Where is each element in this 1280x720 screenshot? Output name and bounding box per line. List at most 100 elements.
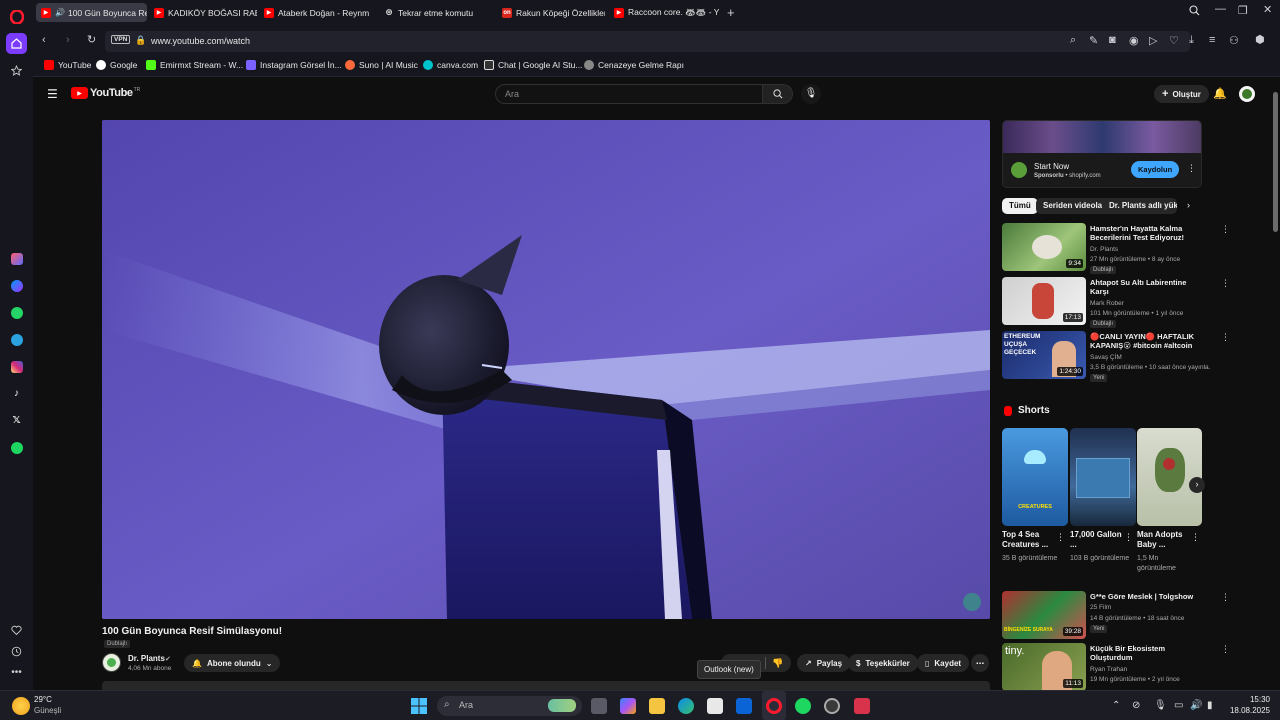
aria-icon[interactable] <box>6 248 27 269</box>
spotify-icon[interactable] <box>6 437 27 458</box>
short-thumbnail[interactable]: CREATURES <box>1002 428 1068 526</box>
network-off-icon[interactable]: ⊘ <box>1132 700 1140 711</box>
bookmark-google[interactable]: Google <box>96 60 137 70</box>
recommended-video[interactable]: BİNGENİZE SURAYA 39:28 G**e Göre Meslek … <box>1002 591 1232 641</box>
profile-icon[interactable]: ⚇ <box>1229 34 1239 47</box>
task-view-icon[interactable] <box>591 698 607 714</box>
chip-all[interactable]: Tümü <box>1002 198 1038 214</box>
chip-uploader[interactable]: Dr. Plants adlı yükleyic <box>1102 198 1177 214</box>
instagram-icon[interactable] <box>6 356 27 377</box>
tab-ataberk[interactable]: ▶ Ataberk Doğan - Reynme <box>259 3 369 22</box>
chevron-right-icon[interactable]: › <box>1187 200 1190 210</box>
whatsapp-icon[interactable] <box>6 302 27 323</box>
more-icon[interactable]: ⋮ <box>1221 644 1230 655</box>
sponsored-ad[interactable]: Start Now Sponsorlu • shopify.com Kaydol… <box>1002 120 1202 188</box>
weather-sun-icon[interactable] <box>12 697 30 715</box>
more-icon[interactable]: ⋮ <box>1221 224 1230 235</box>
tiktok-icon[interactable]: ♪ <box>6 383 27 404</box>
back-button[interactable]: ‹ <box>42 34 46 46</box>
hamburger-menu-icon[interactable]: ☰ <box>47 87 58 101</box>
thanks-button[interactable]: $ Teşekkürler <box>848 654 918 672</box>
search-icon[interactable]: ⌕ <box>1070 34 1076 47</box>
recommended-video[interactable]: 17:13 Ahtapot Su Altı Labirentine Karşı … <box>1002 277 1232 328</box>
youtube-logo[interactable]: ▶ YouTube TR <box>71 87 140 99</box>
url-field[interactable]: VPN 🔒 www.youtube.com/watch <box>105 31 1190 52</box>
more-icon[interactable]: ⋮ <box>1124 532 1133 543</box>
create-button[interactable]: + Oluştur <box>1154 85 1209 103</box>
pocket-taskbar-icon[interactable] <box>854 698 870 714</box>
opera-taskbar-icon[interactable] <box>766 698 782 714</box>
star-icon[interactable] <box>6 60 27 81</box>
short-thumbnail[interactable] <box>1070 428 1136 526</box>
shorts-next-button[interactable]: › <box>1189 477 1205 493</box>
close-window-button[interactable]: ✕ <box>1263 3 1272 16</box>
spotify-taskbar-icon[interactable] <box>795 698 811 714</box>
search-input[interactable]: Ara <box>495 84 763 104</box>
description-box[interactable] <box>102 681 990 690</box>
telegram-icon[interactable] <box>6 329 27 350</box>
shield-icon[interactable]: ◉ <box>1129 34 1139 47</box>
bookmark-instagram-gorsel[interactable]: Instagram Görsel İn... <box>246 60 342 70</box>
more-icon[interactable]: ••• <box>6 662 27 683</box>
play-icon[interactable]: ▷ <box>1149 34 1157 47</box>
more-icon[interactable]: ⋮ <box>1056 532 1065 543</box>
maximize-button[interactable]: ❐ <box>1238 4 1248 17</box>
bookmark-canva[interactable]: canva.com <box>423 60 478 70</box>
channel-avatar[interactable] <box>102 653 121 672</box>
recommended-video[interactable]: 9:34 Hamster'ın Hayatta Kalma Becerileri… <box>1002 223 1232 274</box>
copilot-icon[interactable] <box>620 698 636 714</box>
heart-icon[interactable]: ♡ <box>1169 34 1179 47</box>
monitor-icon[interactable]: ▭ <box>1174 700 1183 711</box>
more-icon[interactable]: ⋮ <box>1191 532 1200 543</box>
recommended-video[interactable]: ETHEREUM UÇUŞA GEÇECEK 1:24:30 🔴CANLI YA… <box>1002 331 1232 382</box>
tab-reef-simulation[interactable]: ▶ 🔊 100 Gün Boyunca Res <box>36 3 147 22</box>
chip-series[interactable]: Seriden videolar <box>1036 198 1113 214</box>
heart-icon[interactable] <box>6 620 27 641</box>
bookmark-suno[interactable]: Suno | AI Music <box>345 60 418 70</box>
edge-icon[interactable] <box>678 698 694 714</box>
new-tab-button[interactable]: + <box>727 5 735 20</box>
notifications-bell-icon[interactable]: 🔔 <box>1213 87 1227 100</box>
outlook-icon[interactable] <box>736 698 752 714</box>
reload-button[interactable]: ↻ <box>87 33 96 46</box>
home-icon[interactable] <box>6 33 27 54</box>
bookmark-google-ai-studio[interactable]: Chat | Google AI Stu... <box>484 60 582 70</box>
video-player[interactable] <box>102 120 990 619</box>
recommended-video[interactable]: tiny. 11:13 Küçük Bir Ekosistem Oluşturd… <box>1002 643 1232 690</box>
file-explorer-icon[interactable] <box>649 698 665 714</box>
volume-icon[interactable]: 🔊 <box>1190 700 1202 711</box>
ad-cta-button[interactable]: Kaydolun <box>1131 161 1180 178</box>
windows-start-icon[interactable] <box>411 698 427 714</box>
channel-name[interactable]: Dr. Plants <box>128 654 165 663</box>
tray-chevron-up-icon[interactable]: ⌃ <box>1112 700 1120 711</box>
page-scrollbar[interactable] <box>1272 77 1280 690</box>
search-button[interactable] <box>763 84 793 104</box>
ad-more-icon[interactable]: ⋮ <box>1187 163 1196 174</box>
messenger-icon[interactable] <box>6 275 27 296</box>
dislike-button[interactable]: 👎 <box>766 658 783 669</box>
x-icon[interactable]: 𝕏 <box>6 410 27 431</box>
vpn-badge[interactable]: VPN <box>111 35 131 44</box>
avatar[interactable] <box>1239 86 1255 102</box>
bookmark-cenazeye[interactable]: Cenazeye Gelme Rapı <box>584 60 684 70</box>
lock-icon[interactable]: 🔒 <box>135 35 146 46</box>
opera-logo-icon[interactable] <box>6 6 27 27</box>
more-icon[interactable]: ⋮ <box>1221 592 1230 603</box>
menu-icon[interactable]: ≡ <box>1209 34 1215 46</box>
app-taskbar-icon[interactable] <box>824 698 840 714</box>
store-icon[interactable] <box>707 698 723 714</box>
tab-raccoon[interactable]: ▶ Raccoon core. 🦝🦝 - Yo <box>609 3 719 22</box>
history-icon[interactable] <box>6 641 27 662</box>
battery-icon[interactable]: ▮ <box>1207 700 1213 711</box>
share-button[interactable]: ↗ Paylaş <box>797 654 851 672</box>
bookmark-emirmxt[interactable]: Emirmxt Stream - W... <box>146 60 243 70</box>
extensions-icon[interactable]: ⬢ <box>1255 33 1265 46</box>
minimize-button[interactable]: — <box>1215 3 1226 15</box>
tab-tekrar[interactable]: ⊛ Tekrar etme komutu <box>379 3 489 22</box>
voice-search-button[interactable]: 🎙 <box>801 84 821 104</box>
subscribed-button[interactable]: 🔔 Abone olundu ⌄ <box>184 654 281 672</box>
edit-icon[interactable]: ✎ <box>1089 34 1098 47</box>
more-icon[interactable]: ⋮ <box>1221 278 1230 289</box>
camera-icon[interactable]: ◙ <box>1109 34 1116 46</box>
save-button[interactable]: ▯ Kaydet <box>917 654 970 672</box>
